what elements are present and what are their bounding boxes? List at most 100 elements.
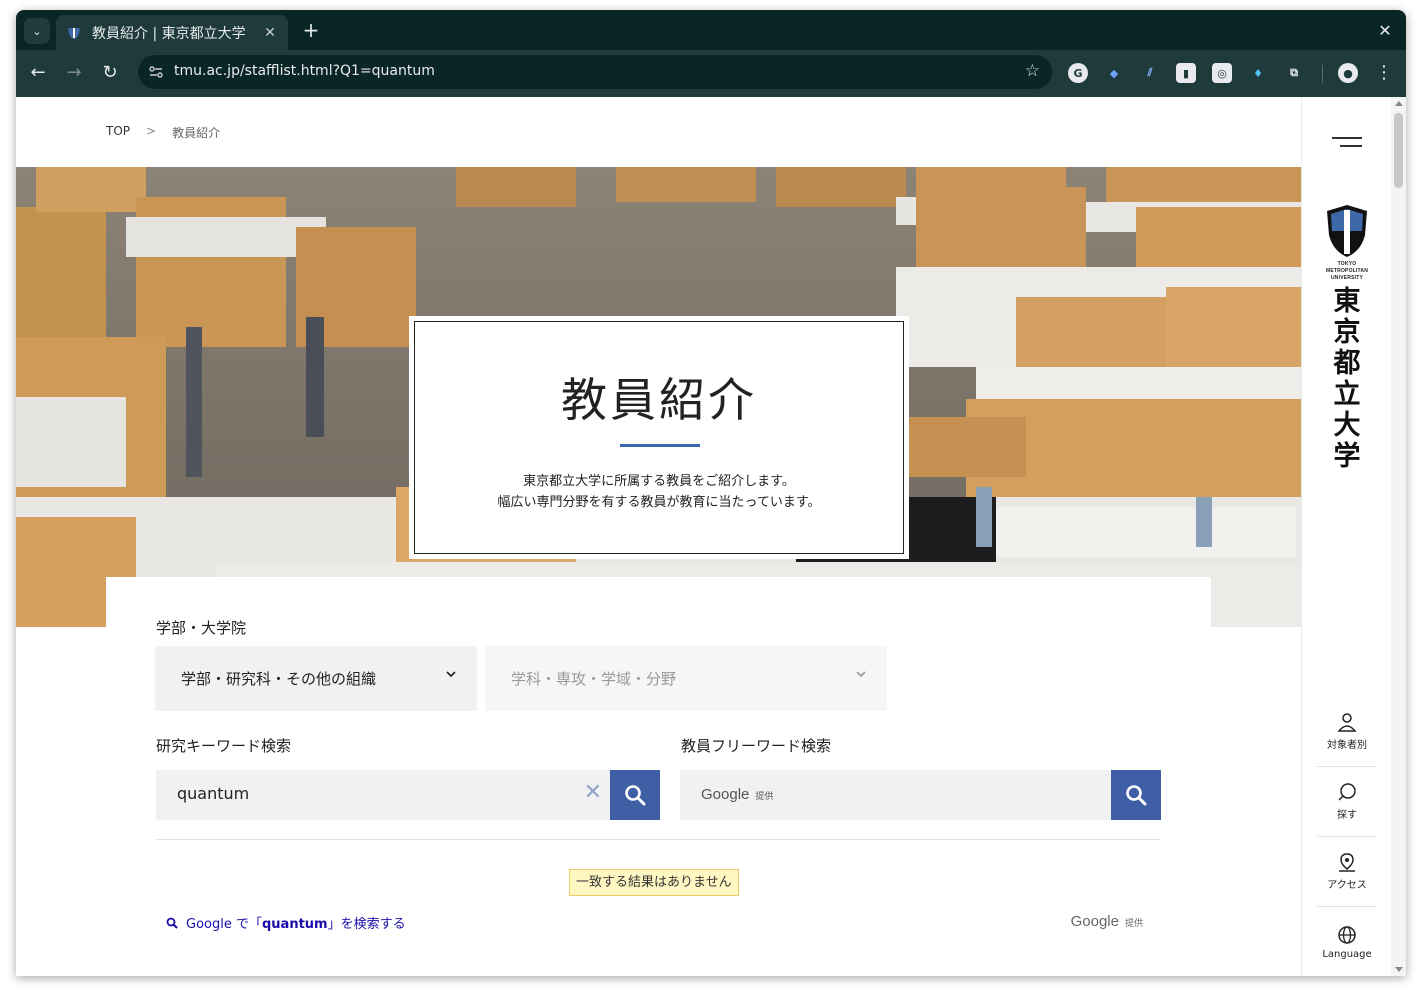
forward-icon[interactable]: → — [60, 59, 88, 87]
hamburger-menu-icon[interactable] — [1332, 137, 1362, 149]
department-select[interactable]: 学科・専攻・学域・分野 — [485, 646, 887, 711]
sidenav-language-label: Language — [1322, 948, 1372, 960]
google-search-suffix: 」を検索する — [327, 917, 406, 932]
extension-1-icon[interactable]: G — [1068, 63, 1088, 83]
page-content: TOP > 教員紹介 教員紹介 東京都立大学に所属する教員をご紹介します。 幅広… — [16, 97, 1406, 976]
extension-3-icon[interactable]: ⫽ — [1140, 63, 1160, 83]
reload-icon[interactable]: ↻ — [96, 59, 124, 87]
freeword-search-button[interactable] — [1111, 770, 1161, 820]
sidenav-access-label: アクセス — [1327, 880, 1367, 891]
google-watermark-provided: 提供 — [755, 791, 774, 801]
sidenav-audience-label: 対象者別 — [1327, 740, 1367, 751]
scroll-up-icon[interactable] — [1395, 101, 1403, 106]
side-navigation: TOKYO METROPOLITAN UNIVERSITY 東 京 都 立 大 … — [1301, 97, 1391, 976]
search-bubble-icon — [1338, 783, 1356, 801]
logo-char: 都 — [1333, 348, 1361, 379]
person-icon — [1337, 713, 1357, 732]
department-select-value: 学科・専攻・学域・分野 — [511, 670, 677, 688]
tmu-shield-icon — [1327, 205, 1367, 257]
bookmark-star-icon[interactable]: ☆ — [1025, 61, 1040, 81]
hero-description-line1: 東京都立大学に所属する教員をご紹介します。 — [523, 474, 795, 489]
address-bar[interactable]: tmu.ac.jp/stafflist.html?Q1=quantum ☆ — [138, 55, 1052, 89]
google-search-link-text: Google で「quantum」を検索する — [186, 913, 406, 932]
browser-window: ⌄ 教員紹介 | 東京都立大学 ✕ + ✕ ← → ↻ tmu.ac.jp/st… — [16, 10, 1406, 976]
search-card: 学部・大学院 学部・研究科・その他の組織 学科・専攻・学域・分野 研究キーワード… — [106, 577, 1211, 976]
keyword-search-label: 研究キーワード検索 — [156, 737, 292, 755]
keyword-search-value: quantum — [177, 784, 250, 803]
extensions-puzzle-icon[interactable]: ⧉ — [1284, 63, 1304, 83]
extension-5-icon[interactable]: ◎ — [1212, 63, 1232, 83]
logo-char: 大 — [1333, 410, 1361, 441]
scroll-down-icon[interactable] — [1395, 967, 1403, 972]
extension-6-icon[interactable]: ♦ — [1248, 63, 1268, 83]
tab-title: 教員紹介 | 東京都立大学 — [92, 25, 246, 42]
logo-english-2: METROPOLITAN — [1325, 268, 1369, 274]
tab-strip: ⌄ 教員紹介 | 東京都立大学 ✕ + ✕ — [16, 10, 1406, 50]
google-powered-provided: 提供 — [1124, 918, 1143, 928]
browser-toolbar: ← → ↻ tmu.ac.jp/stafflist.html?Q1=quantu… — [16, 50, 1406, 97]
google-watermark: Google 提供 — [701, 786, 773, 803]
logo-char: 京 — [1333, 317, 1361, 348]
logo-char: 立 — [1333, 379, 1361, 410]
hero-description: 東京都立大学に所属する教員をご紹介します。 幅広い専門分野を有する教員が教育に当… — [411, 471, 907, 513]
extension-4-icon[interactable]: ▮ — [1176, 63, 1196, 83]
search-icon — [1126, 785, 1147, 806]
google-watermark-text: Google — [701, 786, 750, 803]
toolbar-separator — [1322, 65, 1323, 83]
extension-2-icon[interactable]: ◆ — [1104, 63, 1124, 83]
breadcrumb: TOP > 教員紹介 — [106, 124, 220, 141]
url-text: tmu.ac.jp/stafflist.html?Q1=quantum — [174, 63, 435, 79]
back-icon[interactable]: ← — [24, 59, 52, 87]
sidenav-access-button[interactable]: アクセス — [1317, 837, 1377, 907]
university-logo[interactable]: TOKYO METROPOLITAN UNIVERSITY 東 京 都 立 大 … — [1317, 205, 1377, 472]
logo-japanese: 東 京 都 立 大 学 — [1317, 286, 1377, 472]
google-search-query: quantum — [261, 917, 328, 932]
freeword-search-label: 教員フリーワード検索 — [681, 737, 832, 755]
logo-english-3: UNIVERSITY — [1330, 275, 1363, 281]
logo-char: 東 — [1333, 286, 1361, 317]
search-icon — [625, 785, 646, 806]
tab-search-button[interactable]: ⌄ — [24, 18, 50, 44]
active-tab[interactable]: 教員紹介 | 東京都立大学 ✕ — [56, 15, 288, 50]
sidenav-search-label: 探す — [1337, 810, 1357, 821]
hero-title-box: 教員紹介 東京都立大学に所属する教員をご紹介します。 幅広い専門分野を有する教員… — [409, 316, 909, 559]
page-title: 教員紹介 — [561, 373, 757, 427]
keyword-search-button[interactable] — [610, 770, 660, 820]
scrollbar-thumb[interactable] — [1394, 113, 1403, 188]
logo-english-1: TOKYO — [1337, 261, 1357, 267]
search-icon — [166, 917, 178, 929]
browser-menu-icon[interactable]: ⋮ — [1374, 59, 1394, 87]
sidenav-language-button[interactable]: Language — [1317, 907, 1377, 976]
google-powered-by: Google 提供 — [1071, 913, 1143, 930]
breadcrumb-separator: > — [146, 124, 157, 138]
freeword-search-input[interactable]: Google 提供 — [680, 770, 1111, 820]
new-tab-button[interactable]: + — [298, 18, 324, 44]
breadcrumb-top-link[interactable]: TOP — [106, 124, 130, 141]
faculty-select-value: 学部・研究科・その他の組織 — [181, 670, 377, 688]
logo-char: 学 — [1333, 441, 1361, 472]
profile-avatar-icon[interactable]: ● — [1338, 63, 1358, 83]
tab-close-icon[interactable]: ✕ — [262, 25, 278, 41]
clear-input-icon[interactable]: ✕ — [584, 780, 602, 805]
globe-icon — [1338, 925, 1356, 944]
no-results-message: 一致する結果はありません — [569, 869, 739, 896]
keyword-search-input[interactable]: quantum ✕ — [156, 770, 610, 820]
chevron-down-icon — [855, 668, 867, 684]
faculty-select[interactable]: 学部・研究科・その他の組織 — [155, 646, 477, 711]
breadcrumb-current: 教員紹介 — [172, 126, 221, 140]
sidenav-search-button[interactable]: 探す — [1317, 767, 1377, 837]
google-search-link[interactable]: Google で「quantum」を検索する — [166, 913, 406, 932]
site-info-icon[interactable] — [148, 64, 164, 80]
chevron-down-icon — [445, 668, 457, 684]
hero-description-line2: 幅広い専門分野を有する教員が教育に当たっています。 — [497, 495, 821, 510]
window-close-button[interactable]: ✕ — [1372, 18, 1398, 44]
hero-banner: 教員紹介 東京都立大学に所属する教員をご紹介します。 幅広い専門分野を有する教員… — [16, 167, 1301, 627]
google-search-prefix: Google で「 — [186, 917, 262, 932]
page-scrollbar[interactable] — [1391, 97, 1406, 976]
map-pin-icon — [1339, 853, 1355, 872]
google-powered-text: Google — [1070, 913, 1119, 930]
tmu-favicon-icon — [66, 25, 82, 41]
sidenav-audience-button[interactable]: 対象者別 — [1317, 697, 1377, 767]
results-divider — [156, 839, 1161, 840]
faculty-label: 学部・大学院 — [156, 619, 247, 637]
